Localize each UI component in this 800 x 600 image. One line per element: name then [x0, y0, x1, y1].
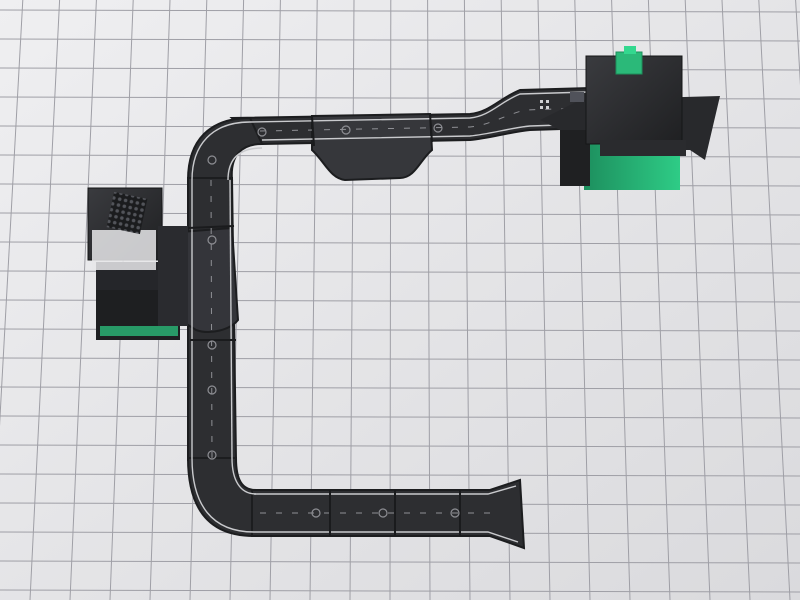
- road-bridge-top[interactable]: [311, 112, 434, 182]
- game-viewport[interactable]: [0, 0, 800, 600]
- right-building-vent: [570, 92, 584, 102]
- left-building-side: [158, 226, 188, 326]
- left-building-window-wall: [92, 230, 156, 270]
- road-ramp-left[interactable]: [179, 226, 240, 333]
- right-building-ledge: [600, 140, 686, 156]
- left-building-green-trim: [100, 326, 178, 336]
